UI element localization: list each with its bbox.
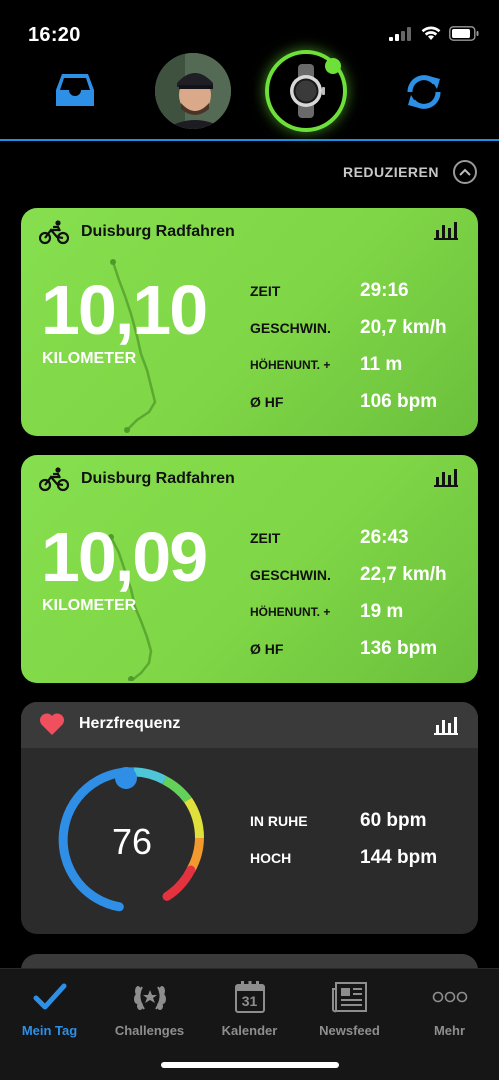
status-time: 16:20: [28, 24, 81, 46]
profile-photo-icon: [155, 53, 231, 129]
tab-label: Mehr: [433, 1023, 466, 1038]
tab-newsfeed[interactable]: Newsfeed: [300, 979, 399, 1043]
stat-row: HÖHENUNT. + 19 m: [250, 593, 470, 630]
heart-rate-header: Herzfrequenz: [21, 702, 478, 748]
collapse-toggle[interactable]: REDUZIEREN: [343, 160, 477, 184]
stat-row: GESCHWIN. 22,7 km/h: [250, 556, 470, 593]
inbox-tray-icon: [56, 74, 94, 106]
stat-value: 136 bpm: [360, 637, 438, 659]
laurel-icon: [133, 986, 166, 1010]
tab-kalender[interactable]: 31 Kalender: [200, 979, 299, 1043]
stat-row: HÖHENUNT. + 11 m: [250, 346, 470, 383]
card-header: Duisburg Radfahren: [39, 465, 235, 493]
battery-icon: [449, 26, 479, 41]
sync-button[interactable]: [402, 70, 446, 114]
stat-label: GESCHWIN.: [250, 566, 331, 583]
stat-label: Ø HF: [250, 640, 284, 657]
tab-label: Kalender: [221, 1023, 278, 1038]
distance-unit: KILOMETER: [42, 597, 137, 614]
tab-label: Mein Tag: [21, 1023, 78, 1038]
bar-chart-icon[interactable]: [434, 467, 458, 487]
stat-row: Ø HF 106 bpm: [250, 383, 470, 420]
stat-label: GESCHWIN.: [250, 319, 331, 336]
tab-mehr[interactable]: Mehr: [400, 979, 499, 1043]
stat-value: 19 m: [360, 600, 404, 622]
heart-icon: [39, 713, 65, 735]
stat-label: Ø HF: [250, 393, 284, 410]
home-indicator[interactable]: [161, 1062, 339, 1068]
distance-value: 10,09: [41, 518, 208, 596]
device-status-dot: [325, 58, 341, 74]
calendar-day: 31: [241, 993, 258, 1009]
stat-value: 20,7 km/h: [360, 316, 447, 338]
stat-row: HOCH 144 bpm: [250, 839, 437, 876]
wifi-icon: [421, 26, 441, 40]
tab-label: Challenges: [114, 1023, 185, 1038]
activity-card[interactable]: Duisburg Radfahren 10,09 KILOMETER ZEIT …: [21, 455, 478, 683]
bar-chart-icon[interactable]: [434, 715, 458, 735]
chevron-up-icon: [453, 160, 477, 184]
sync-icon: [407, 75, 441, 109]
card-title: Duisburg Radfahren: [81, 223, 235, 240]
bar-chart-icon[interactable]: [434, 220, 458, 240]
collapse-label: REDUZIEREN: [342, 164, 439, 180]
stat-row: ZEIT 26:43: [250, 519, 470, 556]
activity-card[interactable]: Duisburg Radfahren 10,10 KILOMETER ZEIT …: [21, 208, 478, 436]
stat-label: HOCH: [250, 849, 292, 866]
tab-label: Newsfeed: [319, 1023, 380, 1038]
stat-value: 29:16: [360, 279, 409, 301]
stat-value: 26:43: [360, 526, 409, 548]
stat-label: ZEIT: [250, 529, 281, 546]
heart-rate-current: 76: [111, 821, 153, 862]
heart-rate-title: Herzfrequenz: [79, 715, 181, 732]
status-icons: [389, 26, 479, 41]
stat-row: ZEIT 29:16: [250, 272, 470, 309]
distance-value: 10,10: [41, 271, 208, 349]
avatar[interactable]: [155, 53, 231, 129]
stat-value: 60 bpm: [360, 809, 427, 831]
newspaper-icon: [331, 982, 367, 1013]
card-title: Duisburg Radfahren: [81, 470, 235, 487]
activity-stats: ZEIT 29:16 GESCHWIN. 20,7 km/h HÖHENUNT.…: [250, 272, 470, 420]
more-dots-icon: [432, 991, 467, 1003]
card-header: Duisburg Radfahren: [39, 218, 235, 246]
signal-icon: [389, 26, 411, 41]
stat-label: IN RUHE: [250, 812, 308, 829]
stat-value: 22,7 km/h: [360, 563, 447, 585]
stat-label: HÖHENUNT. +: [250, 357, 331, 372]
tab-challenges[interactable]: Challenges: [100, 979, 199, 1043]
header-divider: [0, 139, 499, 141]
inbox-button[interactable]: [54, 70, 96, 110]
stat-label: ZEIT: [250, 282, 281, 299]
distance-unit: KILOMETER: [42, 350, 137, 367]
stat-value: 106 bpm: [360, 390, 438, 412]
device-button[interactable]: [265, 50, 347, 132]
stat-value: 144 bpm: [360, 846, 438, 868]
top-bar: [0, 48, 499, 140]
tab-mein-tag[interactable]: Mein Tag: [0, 979, 99, 1043]
bicycle-icon: [39, 467, 69, 492]
stat-value: 11 m: [360, 353, 403, 375]
activity-stats: ZEIT 26:43 GESCHWIN. 22,7 km/h HÖHENUNT.…: [250, 519, 470, 667]
stat-row: Ø HF 136 bpm: [250, 630, 470, 667]
heart-rate-card[interactable]: Herzfrequenz 76 IN RUHE 60 bpm HOCH 144 …: [21, 702, 478, 934]
stat-label: HÖHENUNT. +: [250, 604, 331, 619]
checkmark-icon: [33, 983, 66, 1010]
stat-row: IN RUHE 60 bpm: [250, 802, 437, 839]
bicycle-icon: [39, 220, 69, 245]
heart-rate-stats: IN RUHE 60 bpm HOCH 144 bpm: [250, 802, 437, 876]
stat-row: GESCHWIN. 20,7 km/h: [250, 309, 470, 346]
